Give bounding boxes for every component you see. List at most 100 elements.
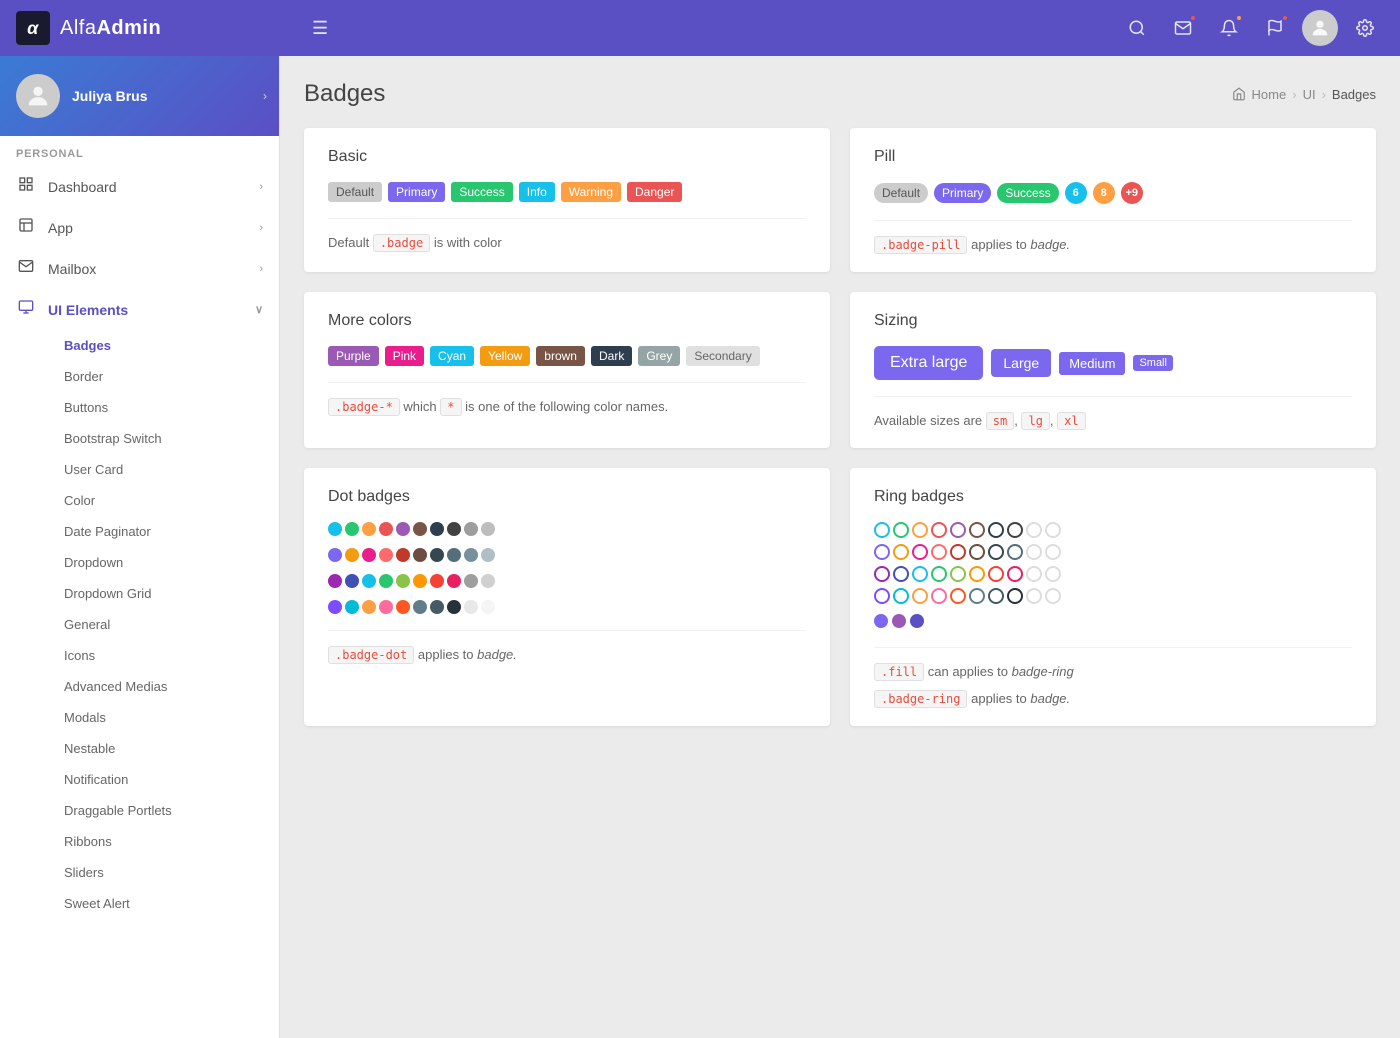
ring-fill-dot (892, 614, 906, 628)
dot-badge (345, 574, 359, 588)
ring-badge (931, 566, 947, 582)
badge-cyan: Cyan (430, 346, 474, 366)
ring-badge (874, 522, 890, 538)
sidebar-item-app[interactable]: App › (0, 207, 279, 248)
dot-badge (379, 548, 393, 562)
dot-desc: .badge-dot applies to badge. (328, 647, 806, 662)
dot-badge (413, 600, 427, 614)
ring-badge (988, 544, 1004, 560)
sidebar-subitem-nestable[interactable]: Nestable (48, 733, 279, 764)
settings-button[interactable] (1346, 9, 1384, 47)
ring-badge (931, 588, 947, 604)
sidebar-subitem-user-card[interactable]: User Card (48, 454, 279, 485)
ring-badge (1007, 566, 1023, 582)
badge-grey: Grey (638, 346, 680, 366)
sidebar-subitem-date-paginator[interactable]: Date Paginator (48, 516, 279, 547)
sidebar-subitem-sliders[interactable]: Sliders (48, 857, 279, 888)
badge-danger: Danger (627, 182, 682, 202)
flag-button[interactable] (1256, 9, 1294, 47)
ring-badge (1045, 588, 1061, 604)
pill-badge-primary: Primary (934, 183, 991, 203)
sidebar-subitem-general[interactable]: General (48, 609, 279, 640)
ring-badge (912, 544, 928, 560)
mail-button[interactable] (1164, 9, 1202, 47)
dot-badge (328, 574, 342, 588)
badge-warning: Warning (561, 182, 621, 202)
user-avatar-button[interactable] (1302, 10, 1338, 46)
ring-badge (1045, 522, 1061, 538)
ring-badge (969, 544, 985, 560)
ring-badge (950, 566, 966, 582)
sidebar-subitem-draggable-portlets[interactable]: Draggable Portlets (48, 795, 279, 826)
breadcrumb-ui[interactable]: UI (1303, 87, 1316, 102)
sidebar-subitem-advanced-medias[interactable]: Advanced Medias (48, 671, 279, 702)
sidebar-subitem-dropdown-grid[interactable]: Dropdown Grid (48, 578, 279, 609)
pill-badge-num2: 8 (1093, 182, 1115, 204)
sidebar-item-mailbox[interactable]: Mailbox › (0, 248, 279, 289)
sidebar-item-label-app: App (48, 220, 73, 236)
card-pill-title: Pill (874, 148, 1352, 166)
ring-badge (893, 588, 909, 604)
dot-badge (362, 600, 376, 614)
sidebar-item-ui-elements[interactable]: UI Elements ∨ (0, 289, 279, 330)
sidebar-subitem-modals[interactable]: Modals (48, 702, 279, 733)
ring-badge (874, 588, 890, 604)
badge-pink: Pink (385, 346, 424, 366)
ring-badge (1045, 544, 1061, 560)
sidebar-subitem-buttons[interactable]: Buttons (48, 392, 279, 423)
search-button[interactable] (1118, 9, 1156, 47)
sidebar-subitem-sweet-alert[interactable]: Sweet Alert (48, 888, 279, 919)
sidebar-subitem-border[interactable]: Border (48, 361, 279, 392)
ring-row (874, 544, 1352, 560)
breadcrumb: Home › UI › Badges (1232, 87, 1376, 102)
sidebar-subitem-color[interactable]: Color (48, 485, 279, 516)
card-sizing: Sizing Extra large Large Medium Small Av… (850, 292, 1376, 448)
breadcrumb-home[interactable]: Home (1252, 87, 1287, 102)
card-more-colors: More colors Purple Pink Cyan Yellow brow… (304, 292, 830, 448)
ring-grid (874, 522, 1352, 604)
dot-badge (481, 522, 495, 536)
dot-badge (447, 548, 461, 562)
sizing-divider (874, 396, 1352, 397)
sidebar-subitem-icons[interactable]: Icons (48, 640, 279, 671)
brand-name: AlfaAdmin (60, 17, 161, 40)
sidebar-subitem-notification[interactable]: Notification (48, 764, 279, 795)
dot-badge (430, 548, 444, 562)
ring-badge (1045, 566, 1061, 582)
dot-badge (328, 600, 342, 614)
ring-badge (893, 566, 909, 582)
ring-fill-desc: .fill can applies to badge-ring (874, 664, 1352, 679)
dot-badge (413, 574, 427, 588)
ring-badge (950, 522, 966, 538)
sidebar-item-dashboard[interactable]: Dashboard › (0, 166, 279, 207)
ring-badge (874, 544, 890, 560)
ring-badge (988, 588, 1004, 604)
home-icon (1232, 87, 1246, 101)
sidebar-subitem-ribbons[interactable]: Ribbons (48, 826, 279, 857)
bell-button[interactable] (1210, 9, 1248, 47)
sidebar-subitem-bootstrap-switch[interactable]: Bootstrap Switch (48, 423, 279, 454)
ring-badge (969, 588, 985, 604)
dot-badge (362, 574, 376, 588)
card-dot-badges: Dot badges .badge-dot applies to badge. (304, 468, 830, 726)
dot-divider (328, 630, 806, 631)
dot-badge (328, 548, 342, 562)
sidebar-item-label-ui-elements: UI Elements (48, 302, 128, 318)
more-colors-desc: .badge-* which * is one of the following… (328, 399, 806, 414)
dot-badge (379, 522, 393, 536)
dot-badge (362, 522, 376, 536)
ring-desc: .badge-ring applies to badge. (874, 691, 1352, 706)
sidebar: Juliya Brus › PERSONAL Dashboard › App ›… (0, 56, 280, 1038)
basic-badge-row: Default Primary Success Info Warning Dan… (328, 182, 806, 202)
sidebar-user[interactable]: Juliya Brus › (0, 56, 279, 136)
ring-row (874, 588, 1352, 604)
hamburger-button[interactable]: ☰ (304, 10, 336, 47)
ring-badge (912, 566, 928, 582)
badge-default: Default (328, 182, 382, 202)
dot-badge (447, 574, 461, 588)
more-colors-badge-row: Purple Pink Cyan Yellow brown Dark Grey … (328, 346, 806, 366)
sidebar-subitem-dropdown[interactable]: Dropdown (48, 547, 279, 578)
badge-info: Info (519, 182, 555, 202)
sidebar-subitem-badges[interactable]: Badges (48, 330, 279, 361)
badge-yellow: Yellow (480, 346, 530, 366)
